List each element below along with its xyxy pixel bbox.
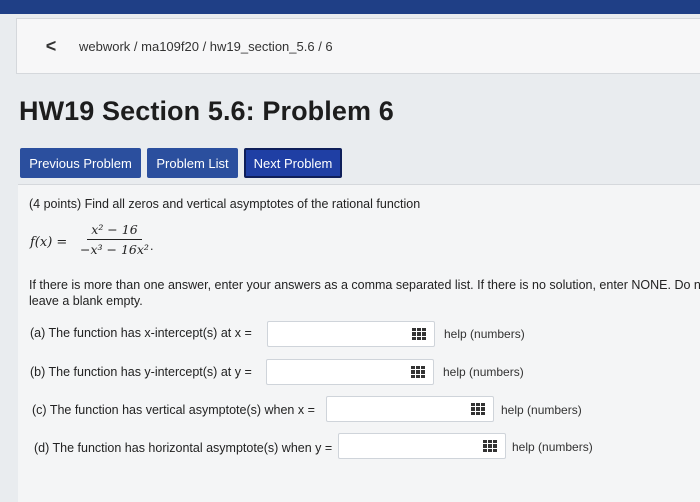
grid-icon[interactable] [471, 403, 485, 415]
function-period: . [150, 239, 154, 253]
help-link-c[interactable]: help (numbers) [501, 403, 582, 417]
instructions-line-2: leave a blank empty. [29, 294, 143, 308]
page-title: HW19 Section 5.6: Problem 6 [19, 96, 394, 126]
grid-icon[interactable] [483, 440, 497, 452]
help-link-b[interactable]: help (numbers) [443, 365, 524, 379]
next-problem-button[interactable]: Next Problem [244, 148, 342, 178]
grid-icon[interactable] [411, 366, 425, 378]
chevron-left-icon[interactable]: < [37, 33, 65, 59]
browser-top-bar [0, 0, 700, 14]
part-c-label: (c) The function has vertical asymptote(… [32, 403, 315, 417]
grid-icon[interactable] [412, 328, 426, 340]
function-lhs: f(x) = [30, 235, 68, 250]
part-d-label: (d) The function has horizontal asymptot… [34, 441, 333, 455]
answer-input-d[interactable] [338, 433, 506, 459]
problem-list-button[interactable]: Problem List [147, 148, 238, 178]
instructions-line-1: If there is more than one answer, enter … [29, 278, 700, 292]
breadcrumb: < webwork / ma109f20 / hw19_section_5.6 … [16, 18, 700, 74]
problem-intro: (4 points) Find all zeros and vertical a… [29, 197, 421, 211]
function-numerator: x² − 16 [87, 222, 142, 240]
previous-problem-button[interactable]: Previous Problem [20, 148, 141, 178]
breadcrumb-path[interactable]: webwork / ma109f20 / hw19_section_5.6 / … [79, 39, 333, 54]
part-a-label: (a) The function has x-intercept(s) at x… [30, 326, 252, 340]
answer-input-a[interactable] [267, 321, 435, 347]
help-link-a[interactable]: help (numbers) [444, 327, 525, 341]
help-link-d[interactable]: help (numbers) [512, 440, 593, 454]
rational-function: x² − 16 −x³ − 16x² [76, 222, 153, 257]
answer-input-c[interactable] [326, 396, 494, 422]
function-denominator: −x³ − 16x² [80, 242, 149, 257]
answer-input-b[interactable] [266, 359, 434, 385]
part-b-label: (b) The function has y-intercept(s) at y… [30, 365, 252, 379]
